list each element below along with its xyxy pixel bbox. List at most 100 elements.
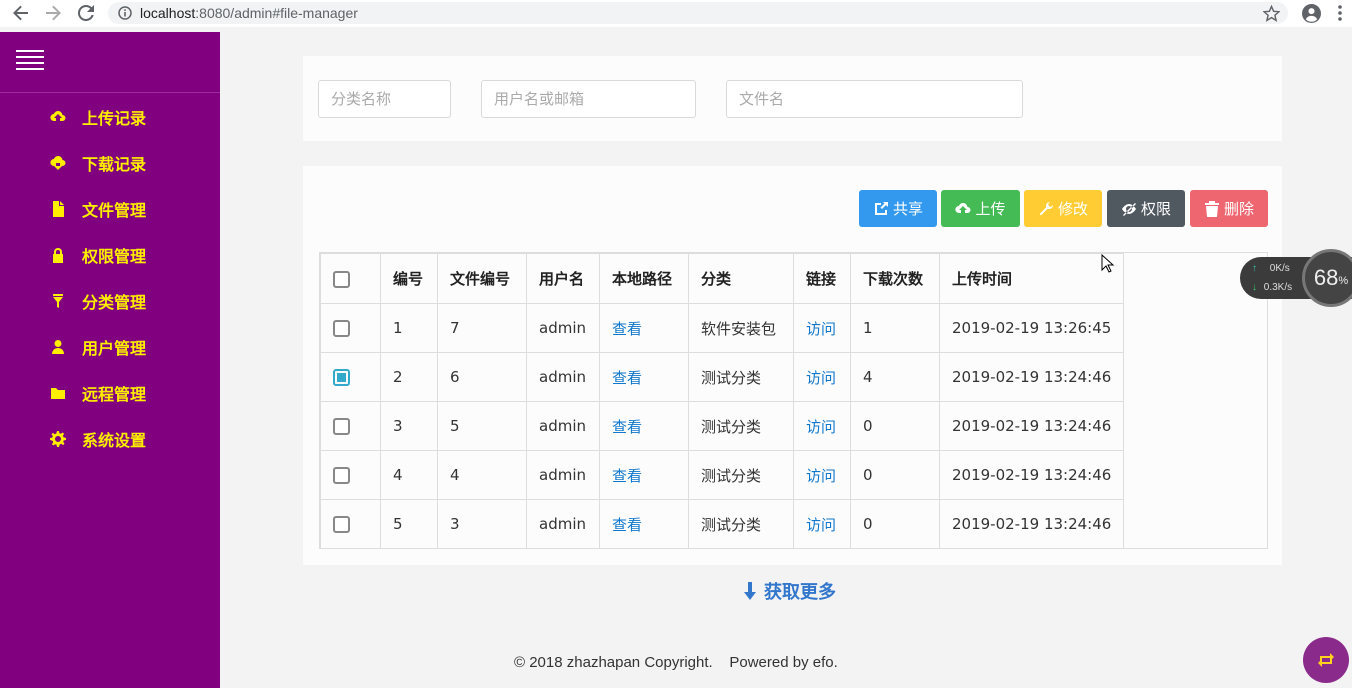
row-checkbox[interactable]: [333, 516, 350, 533]
column-header[interactable]: 下载次数: [850, 253, 940, 304]
cell-downloads: 1: [850, 303, 940, 353]
lock-icon: [50, 247, 82, 263]
sidebar-item-permission-manager[interactable]: 权限管理: [0, 232, 220, 278]
arrow-down-icon: [744, 582, 756, 600]
browser-toolbar: localhost:8080/admin#file-manager: [0, 0, 1352, 27]
row-checkbox[interactable]: [333, 418, 350, 435]
file-icon: [50, 201, 82, 217]
reload-icon[interactable]: [75, 2, 97, 24]
sidebar-item-user-manager[interactable]: 用户管理: [0, 324, 220, 370]
memory-usage-unit: %: [1338, 275, 1349, 287]
view-path-link[interactable]: 查看: [599, 303, 689, 353]
cloud-upload-icon: [955, 202, 971, 213]
view-path-link[interactable]: 查看: [599, 450, 689, 500]
sidebar-item-system-settings[interactable]: 系统设置: [0, 416, 220, 462]
column-header[interactable]: 上传时间: [938, 253, 1125, 304]
cell-file-id: 3: [437, 499, 527, 549]
cell-file-id: 6: [437, 352, 527, 402]
share-label: 共享: [892, 200, 923, 218]
menu-dots-icon[interactable]: [1338, 5, 1342, 25]
download-speed: ↓ 0.3K/s: [1252, 282, 1292, 293]
sidebar-item-upload-records[interactable]: 上传记录: [0, 94, 220, 140]
view-path-link[interactable]: 查看: [599, 352, 689, 402]
column-header[interactable]: 用户名: [526, 253, 600, 304]
cell-user: admin: [526, 499, 600, 549]
refresh-fab-button[interactable]: [1303, 637, 1349, 683]
column-header[interactable]: 本地路径: [599, 253, 689, 304]
file-table-grid: 编号 文件编号 用户名 本地路径 分类 链接 下载次数 上传时间 1 7 adm…: [320, 253, 1125, 549]
column-header[interactable]: 编号: [380, 253, 438, 304]
table-header-row: 编号 文件编号 用户名 本地路径 分类 链接 下载次数 上传时间: [320, 253, 1125, 304]
sidebar-item-label: 分类管理: [82, 293, 147, 312]
download-speed-value: 0.3K/s: [1263, 282, 1293, 293]
info-icon[interactable]: [118, 6, 132, 20]
eye-slash-icon: [1121, 202, 1136, 216]
url-path: :8080/admin#file-manager: [195, 5, 358, 21]
cell-id: 4: [380, 450, 438, 500]
share-icon: [874, 201, 888, 215]
url-host: localhost: [140, 5, 196, 21]
view-path-link[interactable]: 查看: [599, 499, 689, 549]
table-row[interactable]: 3 5 admin 查看 测试分类 访问 0 2019-02-19 13:24:…: [320, 401, 1125, 451]
cell-id: 5: [380, 499, 438, 549]
select-all-cell: [320, 253, 381, 304]
column-header[interactable]: 文件编号: [437, 253, 527, 304]
forward-icon[interactable]: [42, 2, 64, 24]
view-path-link[interactable]: 查看: [599, 401, 689, 451]
back-icon[interactable]: [10, 2, 32, 24]
memory-usage-value: 68: [1313, 265, 1339, 290]
sidebar-item-file-manager[interactable]: 文件管理: [0, 186, 220, 232]
visit-link[interactable]: 访问: [793, 352, 851, 402]
table-row[interactable]: 4 4 admin 查看 测试分类 访问 0 2019-02-19 13:24:…: [320, 450, 1125, 500]
sidebar-item-download-records[interactable]: 下载记录: [0, 140, 220, 186]
visit-link[interactable]: 访问: [793, 499, 851, 549]
filter-icon: [50, 293, 82, 309]
cell-time: 2019-02-19 13:26:45: [938, 303, 1125, 353]
folder-icon: [50, 385, 82, 401]
permission-button[interactable]: 权限: [1107, 190, 1185, 227]
visit-link[interactable]: 访问: [793, 303, 851, 353]
sidebar-item-remote-manager[interactable]: 远程管理: [0, 370, 220, 416]
cell-category: 测试分类: [688, 401, 794, 451]
address-bar[interactable]: localhost:8080/admin#file-manager: [108, 2, 1288, 24]
share-button[interactable]: 共享: [859, 190, 937, 227]
cell-downloads: 0: [850, 499, 940, 549]
visit-link[interactable]: 访问: [793, 401, 851, 451]
upload-button[interactable]: 上传: [941, 190, 1020, 227]
wrench-icon: [1039, 201, 1053, 215]
filename-filter-input[interactable]: [726, 80, 1023, 118]
hamburger-menu-icon[interactable]: [16, 50, 44, 72]
row-checkbox[interactable]: [333, 369, 350, 386]
account-icon[interactable]: [1302, 4, 1321, 27]
column-header[interactable]: 链接: [793, 253, 851, 304]
cloud-download-icon: [50, 155, 82, 171]
delete-button[interactable]: 删除: [1190, 190, 1268, 227]
table-row[interactable]: 1 7 admin 查看 软件安装包 访问 1 2019-02-19 13:26…: [320, 303, 1125, 353]
category-filter-input[interactable]: [318, 80, 451, 118]
edit-label: 修改: [1057, 200, 1088, 218]
row-select-cell: [320, 401, 381, 451]
sidebar-item-label: 系统设置: [82, 431, 147, 450]
table-row[interactable]: 2 6 admin 查看 测试分类 访问 4 2019-02-19 13:24:…: [320, 352, 1125, 402]
row-select-cell: [320, 499, 381, 549]
memory-usage-gauge[interactable]: 68%: [1302, 249, 1352, 307]
permission-label: 权限: [1140, 200, 1171, 218]
load-more-button[interactable]: 获取更多: [742, 578, 836, 604]
cell-file-id: 5: [437, 401, 527, 451]
visit-link[interactable]: 访问: [793, 450, 851, 500]
column-header[interactable]: 分类: [688, 253, 794, 304]
cell-time: 2019-02-19 13:24:46: [938, 401, 1125, 451]
select-all-checkbox[interactable]: [333, 270, 350, 288]
trash-icon: [1204, 200, 1219, 217]
edit-button[interactable]: 修改: [1024, 190, 1102, 227]
bookmark-star-icon[interactable]: [1262, 4, 1281, 26]
row-checkbox[interactable]: [333, 320, 350, 337]
delete-label: 删除: [1223, 200, 1254, 218]
cloud-upload-icon: [50, 109, 82, 125]
table-row[interactable]: 5 3 admin 查看 测试分类 访问 0 2019-02-19 13:24:…: [320, 499, 1125, 549]
user-filter-input[interactable]: [481, 80, 696, 118]
sidebar-item-category-manager[interactable]: 分类管理: [0, 278, 220, 324]
row-checkbox[interactable]: [333, 467, 350, 484]
cell-user: admin: [526, 303, 600, 353]
arrow-up-icon: ↑: [1252, 263, 1257, 274]
